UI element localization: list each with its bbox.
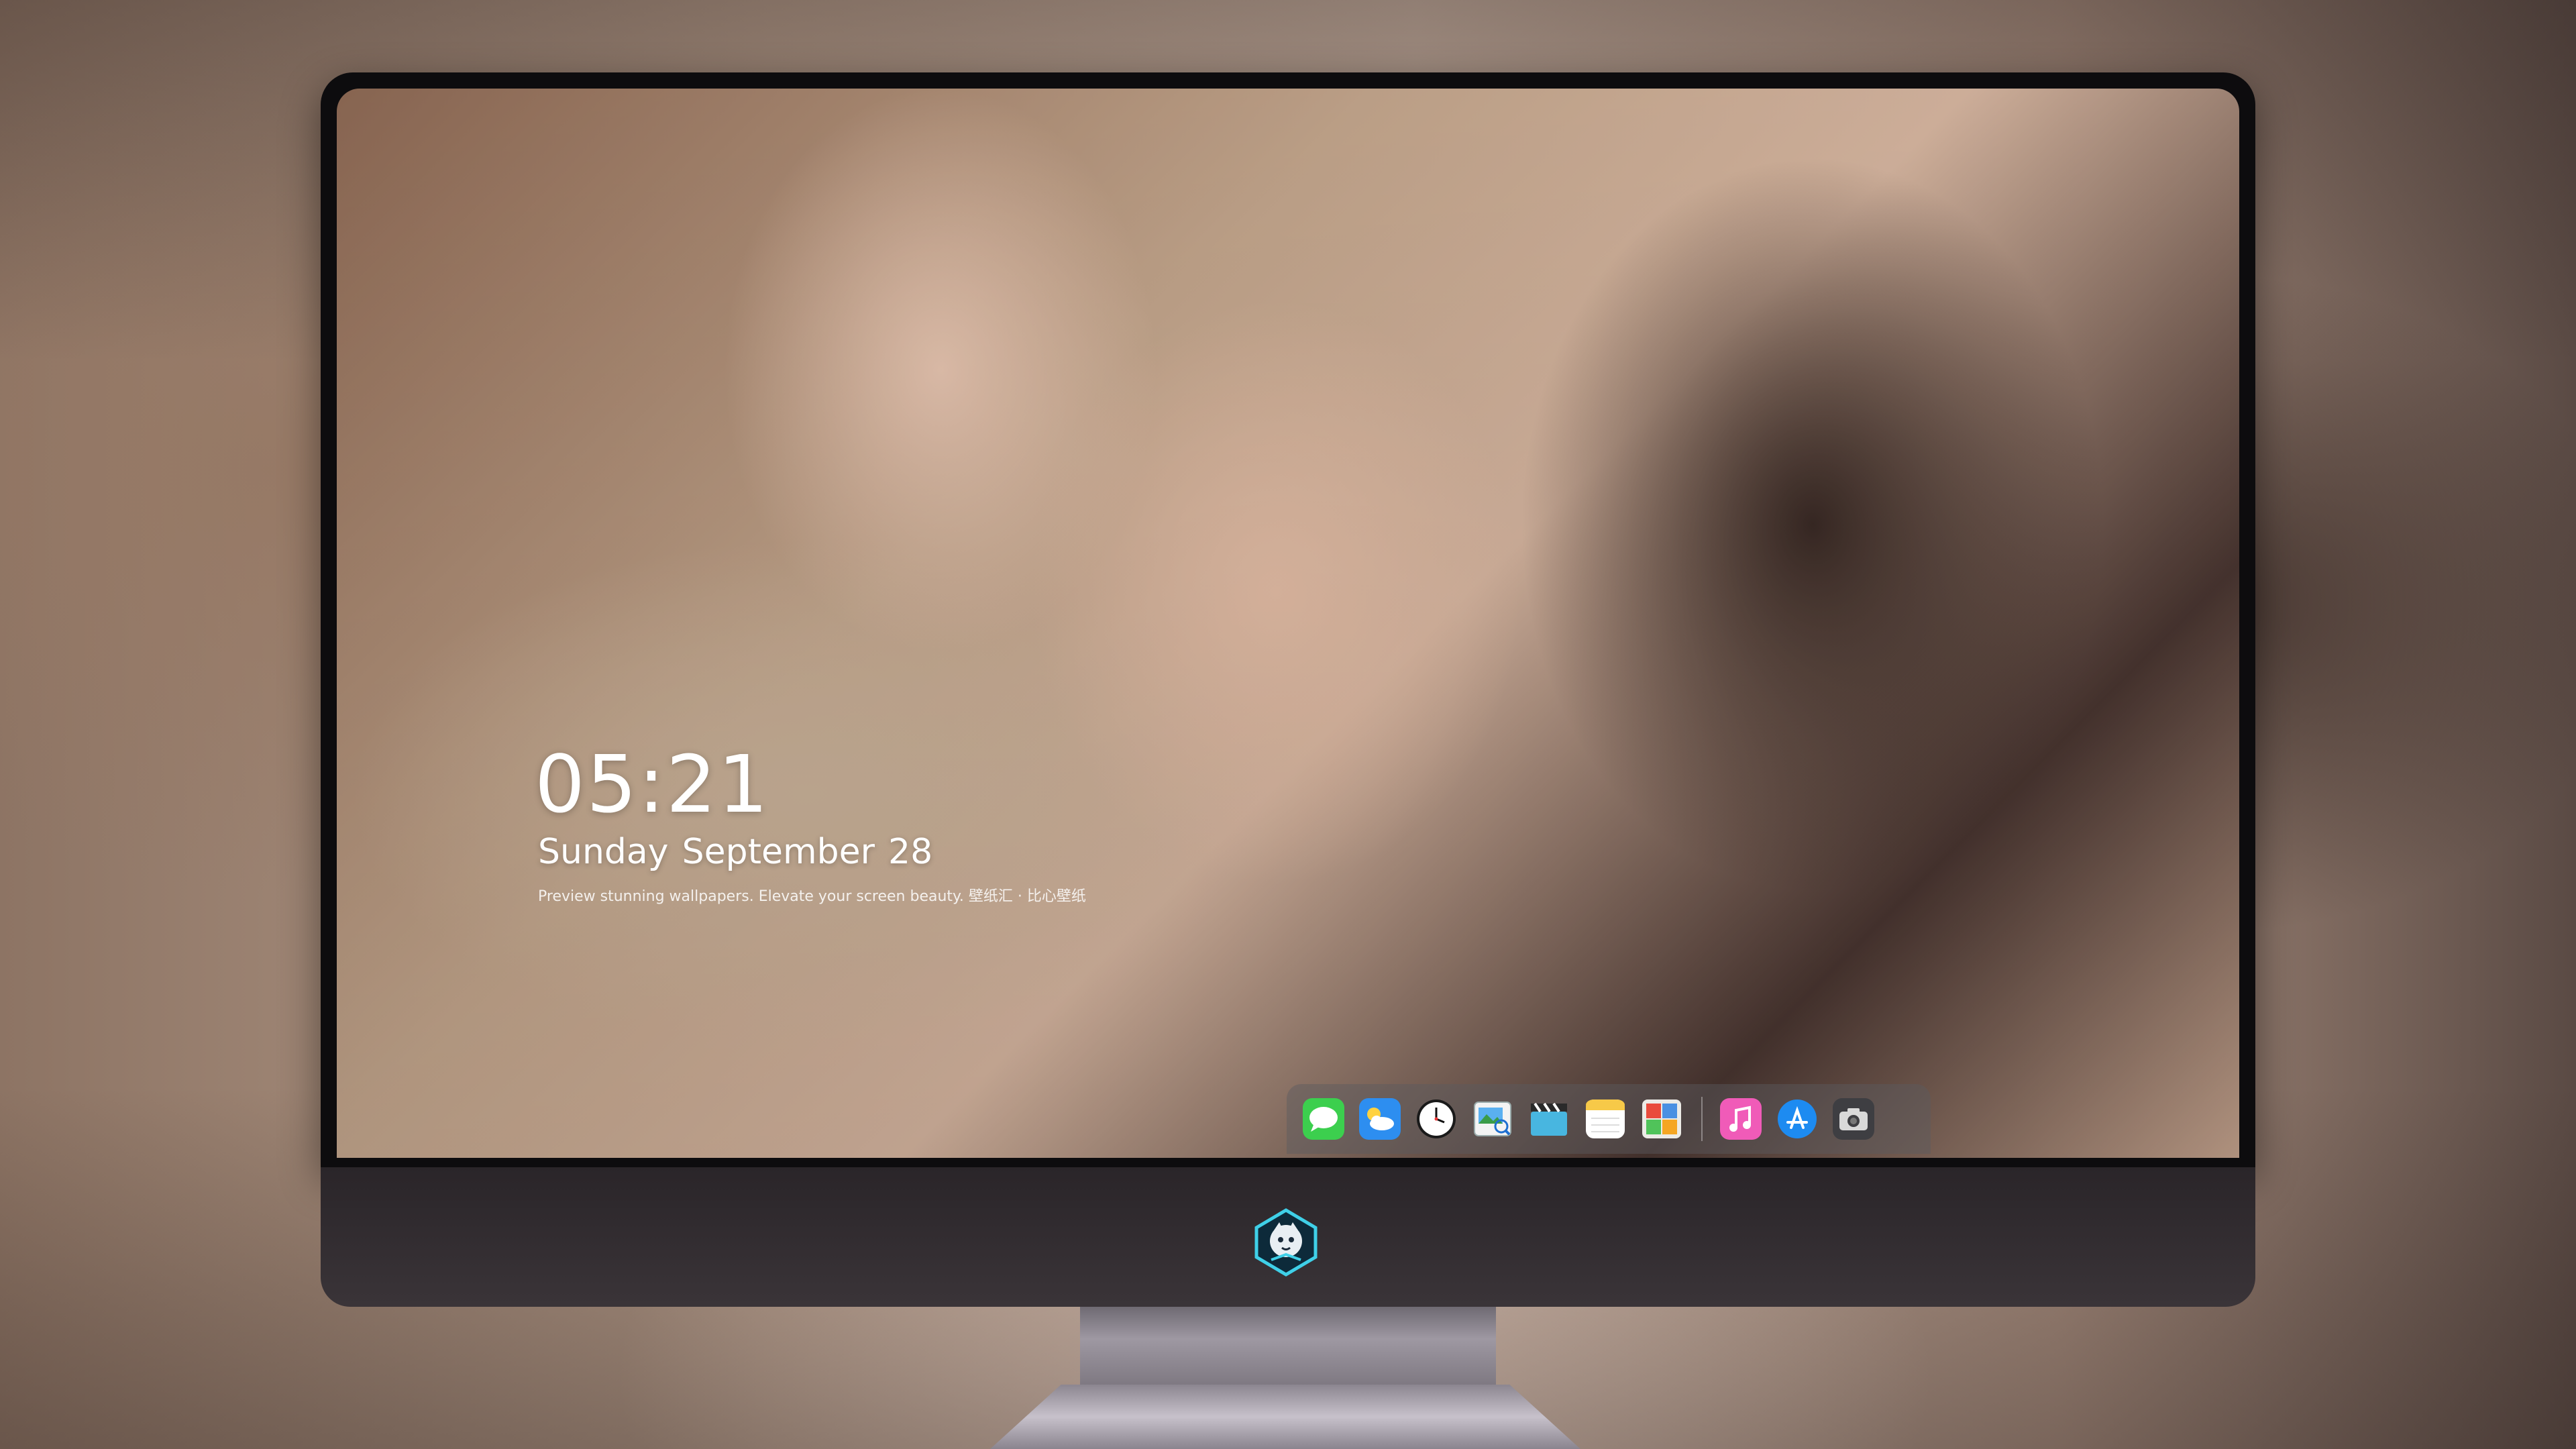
camera-icon	[1833, 1098, 1874, 1140]
dock-item-messages[interactable]	[1303, 1098, 1344, 1140]
lock-clock: 05:21	[535, 738, 770, 830]
monitor-bezel: 05:21 Sunday September 28 Preview stunning…	[321, 72, 2255, 1167]
dock-item-weather[interactable]	[1359, 1098, 1401, 1140]
dock-item-clips[interactable]	[1528, 1098, 1570, 1140]
wallpaper-tagline: Preview stunning wallpapers. Elevate you…	[538, 888, 1086, 905]
wallpaper-image	[337, 89, 2239, 1158]
app-store-icon	[1778, 1099, 1817, 1138]
monitor-stand-base	[990, 1385, 1580, 1449]
clapperboard-icon	[1531, 1102, 1567, 1136]
lock-date: Sunday September 28	[538, 832, 946, 872]
lock-screen: 05:21 Sunday September 28 Preview stunning…	[337, 89, 2239, 1158]
date-weekday: Sunday	[538, 832, 669, 872]
photo-booth-icon	[1642, 1099, 1681, 1138]
date-day: 28	[888, 832, 933, 872]
dock-item-notes[interactable]	[1585, 1098, 1626, 1140]
weather-icon	[1359, 1098, 1401, 1140]
brand-logo-icon	[1251, 1208, 1321, 1277]
monitor-mockup: 05:21 Sunday September 28 Preview stunning…	[321, 72, 2255, 1387]
monitor-stand-neck	[1080, 1307, 1496, 1387]
date-month: September	[682, 832, 875, 872]
dock-item-camera[interactable]	[1833, 1098, 1874, 1140]
dock-item-clock[interactable]	[1415, 1098, 1457, 1140]
preview-icon	[1474, 1102, 1511, 1136]
dock-item-itunes[interactable]	[1720, 1098, 1762, 1140]
notes-icon	[1586, 1099, 1625, 1138]
dock-item-app-store[interactable]	[1776, 1098, 1818, 1140]
dock	[1287, 1084, 1931, 1154]
dock-item-photo-booth[interactable]	[1641, 1098, 1682, 1140]
dock-item-preview[interactable]	[1472, 1098, 1513, 1140]
messages-icon	[1303, 1098, 1344, 1140]
dock-separator	[1701, 1097, 1703, 1141]
music-note-icon	[1720, 1098, 1762, 1140]
clock-icon	[1417, 1099, 1456, 1138]
